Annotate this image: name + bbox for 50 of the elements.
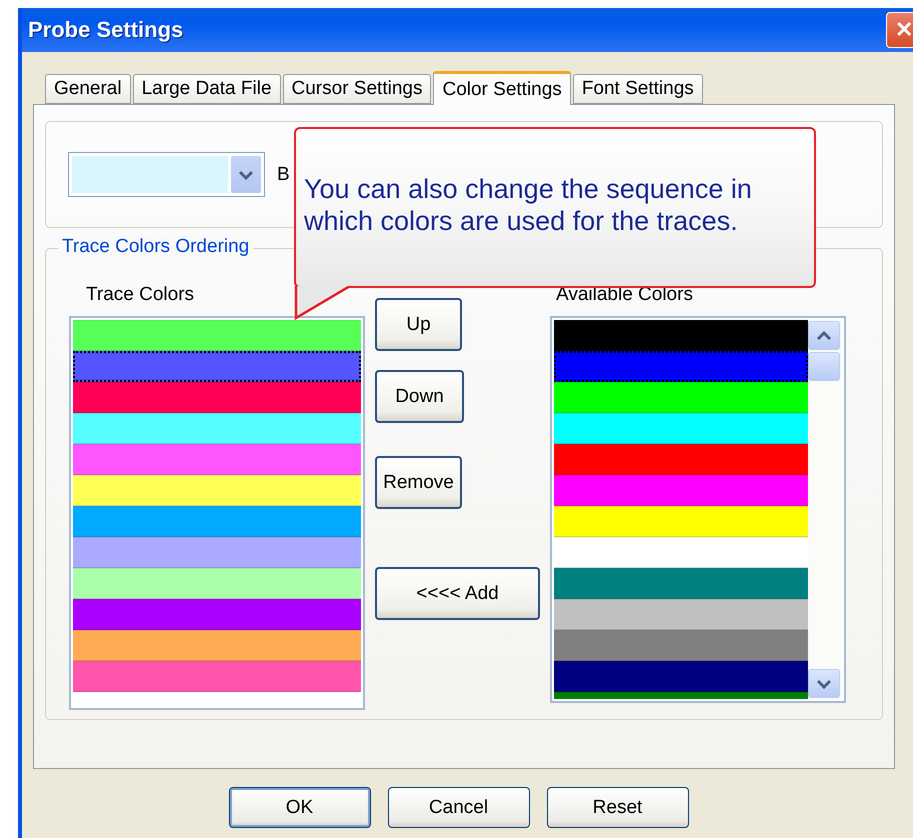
color-swatch-item[interactable] — [554, 444, 808, 475]
dropdown-label: B — [277, 164, 290, 186]
dialog-button[interactable]: Reset — [546, 787, 688, 828]
color-swatch-item[interactable] — [554, 537, 808, 568]
color-swatch-item[interactable] — [73, 444, 361, 475]
callout-text: You can also change the sequence in which colors are used for the traces. — [304, 173, 753, 238]
chevron-down-icon — [238, 170, 254, 180]
tab[interactable]: Font Settings — [572, 74, 703, 104]
color-swatch-item[interactable] — [73, 537, 361, 568]
action-button[interactable]: <<<< Add — [375, 567, 540, 620]
scroll-thumb[interactable] — [808, 352, 840, 381]
group-title: Trace Colors Ordering — [58, 236, 254, 258]
color-swatch-item[interactable] — [73, 475, 361, 506]
color-swatch-item[interactable] — [73, 661, 361, 692]
color-swatch-item[interactable] — [554, 475, 808, 506]
scrollbar[interactable] — [808, 320, 842, 699]
color-swatch-item[interactable] — [554, 413, 808, 444]
color-swatch-item[interactable] — [73, 568, 361, 599]
color-swatch-item[interactable] — [73, 413, 361, 444]
color-swatch-item[interactable] — [554, 599, 808, 630]
color-swatch-item[interactable] — [554, 506, 808, 537]
color-dropdown[interactable] — [68, 152, 265, 197]
color-swatch-item[interactable] — [554, 630, 808, 661]
color-swatch-item[interactable] — [554, 661, 808, 692]
tab[interactable]: Large Data File — [132, 74, 281, 104]
list-label: Trace Colors — [86, 284, 194, 306]
color-swatch-item[interactable] — [554, 320, 808, 351]
color-swatch-item[interactable] — [73, 630, 361, 661]
color-swatch-item[interactable] — [554, 568, 808, 599]
color-swatch-item[interactable] — [554, 382, 808, 413]
color-swatch-item[interactable] — [73, 351, 361, 382]
scroll-up-icon — [816, 330, 832, 340]
dialog-button[interactable]: Cancel — [388, 787, 530, 828]
tab[interactable]: Color Settings — [433, 71, 571, 105]
color-swatch-item[interactable] — [73, 320, 361, 351]
color-swatch-item[interactable] — [73, 382, 361, 413]
action-button[interactable]: Up — [375, 298, 462, 351]
color-list[interactable] — [69, 316, 365, 710]
action-button[interactable]: Remove — [375, 456, 462, 509]
tab[interactable]: General — [45, 74, 131, 104]
action-button[interactable]: Down — [375, 370, 464, 423]
color-list[interactable] — [550, 316, 846, 703]
color-swatch-item[interactable] — [554, 351, 808, 382]
chevron-down-icon — [816, 678, 832, 688]
color-swatch-item[interactable] — [73, 599, 361, 630]
color-swatch-item[interactable] — [73, 506, 361, 537]
tab[interactable]: Cursor Settings — [282, 74, 432, 104]
dialog-button[interactable]: OK — [228, 787, 370, 828]
list-label: Available Colors — [556, 284, 693, 306]
window-title: Probe Settings — [28, 17, 184, 43]
